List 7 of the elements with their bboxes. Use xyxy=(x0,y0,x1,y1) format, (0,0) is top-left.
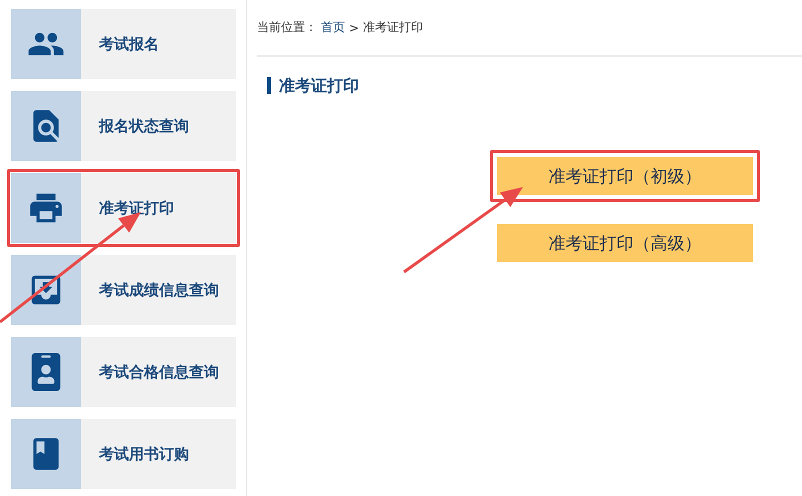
breadcrumb-separator: > xyxy=(349,20,360,34)
breadcrumb-label: 当前位置： xyxy=(257,19,317,36)
print-button[interactable]: 准考证打印（高级） xyxy=(497,224,753,262)
breadcrumb-current: 准考证打印 xyxy=(363,19,424,36)
breadcrumb-link[interactable]: 首页 xyxy=(321,19,345,36)
section-heading: 准考证打印 xyxy=(267,77,802,94)
print-button[interactable]: 准考证打印（初级） xyxy=(497,157,753,195)
